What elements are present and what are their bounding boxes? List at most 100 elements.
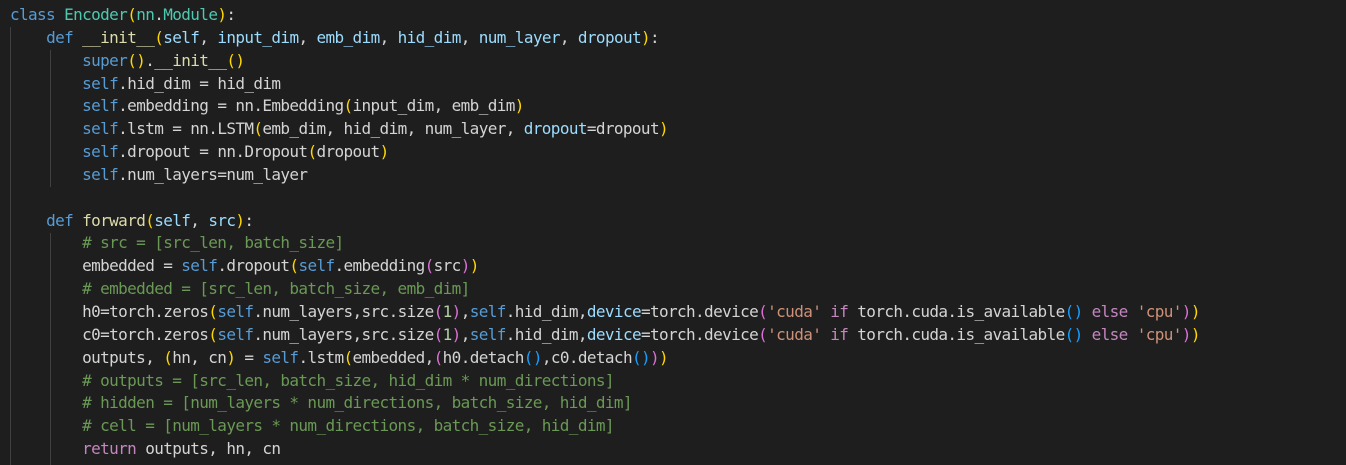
code-token: ) (1190, 324, 1201, 344)
code-line-17[interactable]: # outputs = [src_len, batch_size, hid_di… (10, 370, 1200, 393)
code-line-8[interactable]: self.num_layers=num_layer (10, 164, 1200, 187)
code-token: ) (451, 324, 462, 344)
code-line-6[interactable]: self.lstm = nn.LSTM(emb_dim, hid_dim, nu… (10, 118, 1200, 141)
code-token: self (82, 164, 119, 184)
code-line-14[interactable]: h0=torch.zeros(self.num_layers,src.size(… (10, 301, 1200, 324)
code-line-3[interactable]: super().__init__() (10, 50, 1200, 73)
code-line-4[interactable]: self.hid_dim = hid_dim (10, 73, 1200, 96)
code-token: self (154, 210, 191, 230)
code-token: ( (1064, 324, 1075, 344)
code-token: self (217, 324, 254, 344)
code-line-16[interactable]: outputs, (hn, cn) = self.lstm(embedded,(… (10, 347, 1200, 370)
code-token: ) (226, 347, 236, 367)
code-token: ( (523, 347, 534, 367)
code-token: # cell = [num_layers * num_directions, b… (82, 416, 614, 436)
code-token: 'cuda' (767, 324, 822, 344)
code-token: : (226, 5, 236, 24)
code-content[interactable]: class Encoder(nn.Module): def __init__(s… (10, 4, 1200, 461)
code-token: embedded, (352, 347, 435, 367)
code-token: # src = [src_len, batch_size] (82, 233, 344, 253)
code-token: Module (163, 5, 218, 24)
code-token: return (82, 439, 137, 459)
code-token: .lstm = nn.LSTM (118, 119, 254, 139)
code-token: 'cuda' (767, 301, 822, 321)
code-token: ) (659, 347, 669, 367)
code-token: ( (424, 256, 435, 276)
code-token: ) (514, 96, 525, 116)
code-token: # hidden = [num_layers * num_directions,… (82, 393, 632, 413)
code-token: forward (82, 210, 146, 230)
code-token: src (433, 256, 462, 276)
code-line-20[interactable]: return outputs, hn, cn (10, 438, 1200, 461)
code-token: hid_dim (397, 27, 462, 47)
code-token: , (199, 27, 218, 47)
code-token: ( (208, 324, 218, 344)
code-token: hid_dim = hid_dim (127, 73, 281, 93)
code-token: ) (650, 347, 660, 367)
code-token: ) (532, 347, 543, 367)
code-token: ) (1181, 301, 1192, 321)
code-token: ) (1073, 301, 1084, 321)
code-line-11[interactable]: # src = [src_len, batch_size] (10, 232, 1200, 255)
code-line-1[interactable]: class Encoder(nn.Module): (10, 4, 1200, 27)
code-line-7[interactable]: self.dropout = nn.Dropout(dropout) (10, 141, 1200, 164)
code-token: ( (127, 50, 137, 70)
code-token: super (82, 50, 128, 70)
code-token: ( (758, 301, 768, 321)
code-token: self (217, 301, 254, 321)
code-token: self (82, 142, 119, 162)
code-token: . (145, 50, 155, 70)
code-line-13[interactable]: # embedded = [src_len, batch_size, emb_d… (10, 278, 1200, 301)
code-token: ( (433, 301, 444, 321)
code-token: self (262, 347, 299, 367)
code-token: c0=torch.zeros (10, 324, 209, 344)
code-token: torch.cuda.is_available (848, 324, 1065, 344)
code-token: .hid_dim, (505, 324, 588, 344)
code-token: emb_dim (316, 27, 381, 47)
code-editor[interactable]: class Encoder(nn.Module): def __init__(s… (0, 0, 1346, 465)
code-token: if (830, 324, 849, 344)
code-token: else (1091, 301, 1129, 321)
code-line-10[interactable]: def forward(self, src): (10, 210, 1200, 233)
code-token: if (830, 301, 849, 321)
code-line-19[interactable]: # cell = [num_layers * num_directions, b… (10, 415, 1200, 438)
code-token: , (379, 27, 398, 47)
code-token: __init__ (154, 50, 227, 70)
code-token: # embedded = [src_len, batch_size, emb_d… (82, 279, 470, 299)
code-token: ( (145, 210, 155, 230)
code-token: , (190, 210, 209, 230)
code-line-9[interactable] (10, 187, 1200, 210)
code-line-12[interactable]: embedded = self.dropout(self.embedding(s… (10, 255, 1200, 278)
code-line-5[interactable]: self.embedding = nn.Embedding(input_dim,… (10, 95, 1200, 118)
code-token: self (82, 96, 119, 116)
code-token: ( (433, 347, 444, 367)
code-line-2[interactable]: def __init__(self, input_dim, emb_dim, h… (10, 27, 1200, 50)
code-token: def (46, 210, 74, 230)
code-token: h0=torch.zeros (10, 301, 209, 321)
code-token: __init__ (82, 27, 155, 47)
code-token: .embedding = nn.Embedding (118, 96, 344, 116)
code-token: self (469, 324, 507, 344)
code-token: device (586, 301, 642, 321)
code-line-18[interactable]: # hidden = [num_layers * num_directions,… (10, 392, 1200, 415)
code-token: =torch.device (640, 324, 759, 344)
code-token: embedded = (10, 256, 182, 276)
code-token: ) (658, 119, 669, 139)
code-token: ) (1181, 324, 1192, 344)
code-token: : (650, 27, 660, 47)
code-line-15[interactable]: c0=torch.zeros(self.num_layers,src.size(… (10, 324, 1200, 347)
